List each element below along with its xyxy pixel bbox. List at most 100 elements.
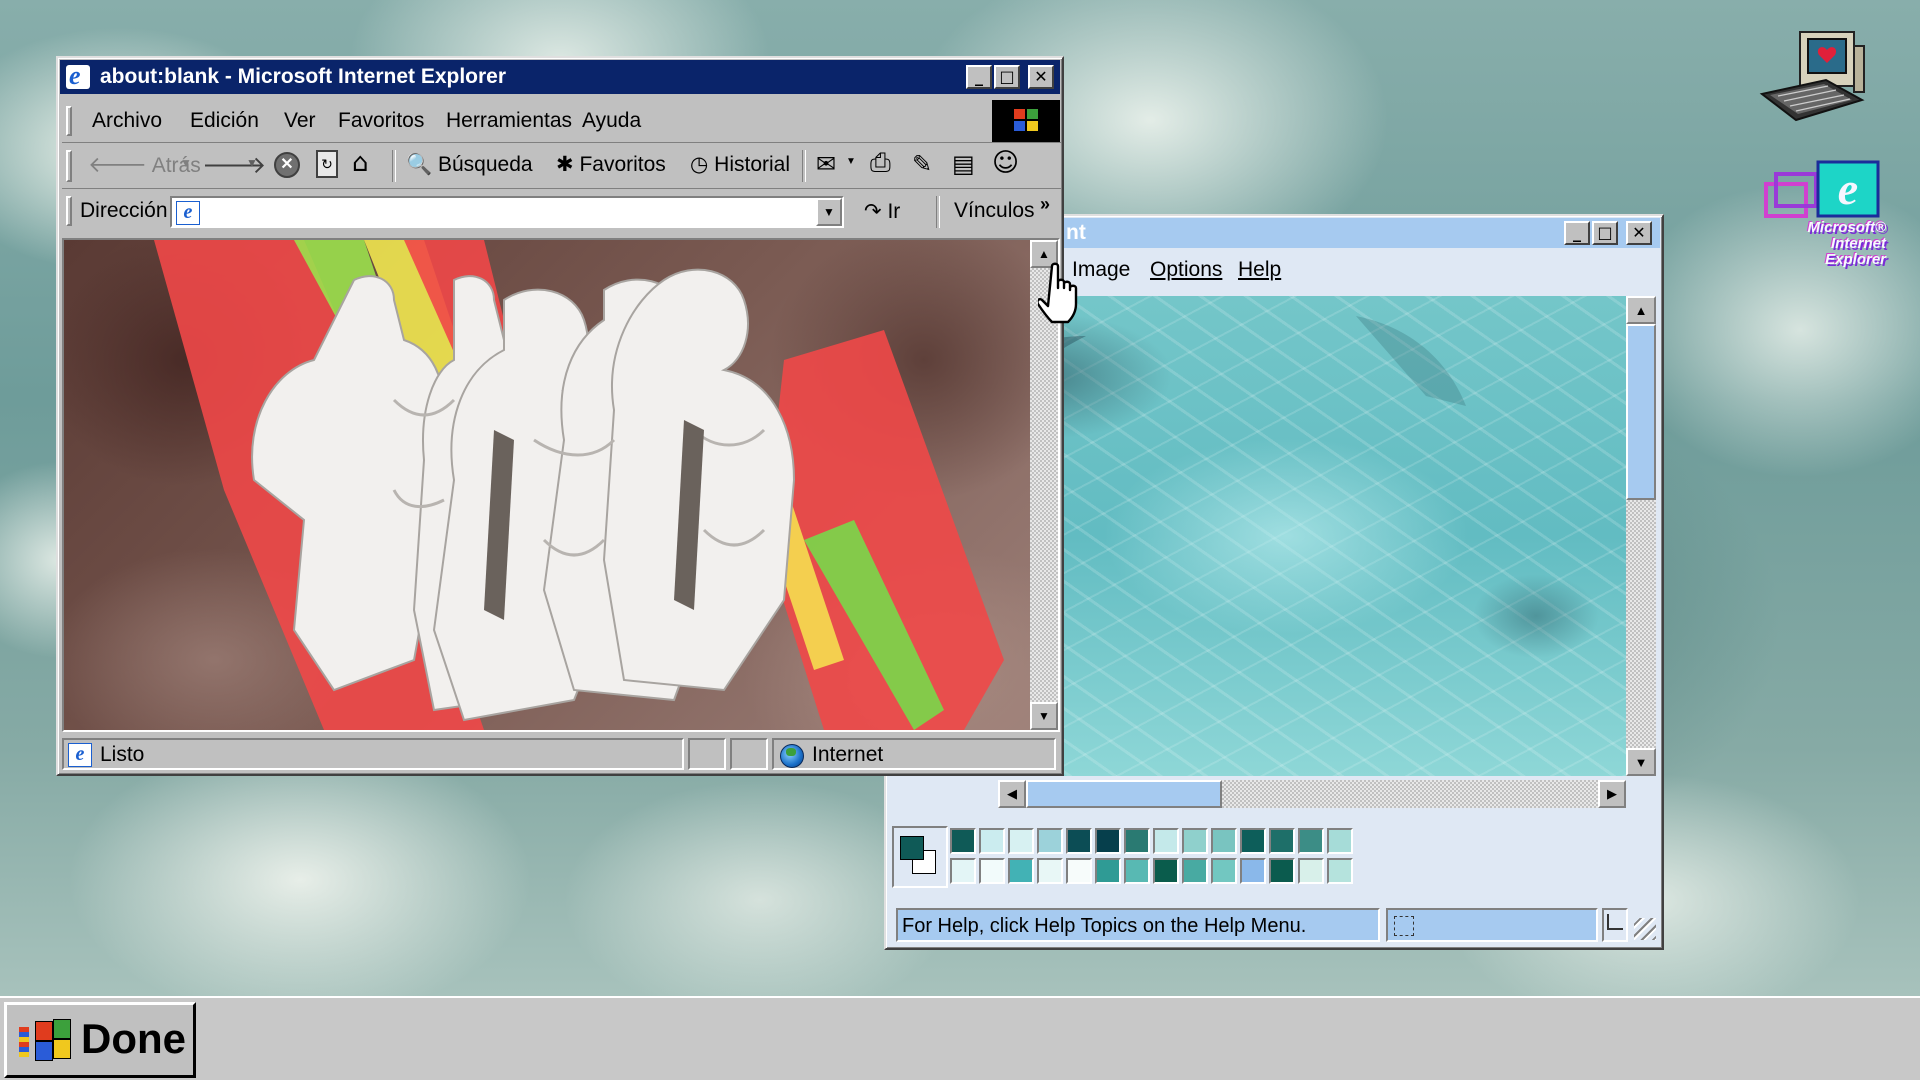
start-button[interactable]: Done	[4, 1002, 196, 1078]
palette-color-swatch[interactable]	[1240, 828, 1266, 854]
palette-color-swatch[interactable]	[1153, 828, 1179, 854]
messenger-icon[interactable]: ☺	[992, 148, 1019, 178]
back-dropdown-icon[interactable]: ▼	[180, 156, 192, 170]
paint-vertical-scrollbar[interactable]: ▲ ▼	[1626, 296, 1656, 776]
stop-icon[interactable]: ✕	[274, 152, 300, 178]
address-label: Dirección	[80, 199, 168, 222]
menu-bar-grip[interactable]	[66, 106, 72, 136]
palette-color-swatch[interactable]	[1095, 858, 1121, 884]
paint-close-button[interactable]: ✕	[1626, 221, 1652, 245]
go-arrow-icon: ↷	[864, 199, 882, 223]
palette-color-swatch[interactable]	[950, 858, 976, 884]
palette-color-swatch[interactable]	[950, 828, 976, 854]
paint-menu-help[interactable]: Help	[1238, 258, 1281, 282]
paint-horizontal-scrollbar[interactable]: ◀ ▶	[998, 780, 1626, 808]
back-arrow-icon: 🡐	[88, 153, 147, 178]
search-button[interactable]: 🔍 Búsqueda	[406, 152, 533, 177]
scroll-right-button[interactable]: ▶	[1598, 780, 1626, 808]
internet-explorer-desktop-icon[interactable]: e Microsoft® Internet Explorer	[1762, 160, 1886, 272]
palette-color-swatch[interactable]	[1124, 828, 1150, 854]
address-bar-grip[interactable]	[66, 196, 72, 226]
address-input[interactable]: e ▼	[170, 196, 844, 228]
palette-color-swatch[interactable]	[1269, 858, 1295, 884]
home-icon[interactable]: ⌂	[352, 148, 369, 178]
mail-icon[interactable]: ✉	[816, 150, 836, 178]
ie-close-button[interactable]: ✕	[1028, 65, 1054, 89]
page-icon: e	[176, 201, 200, 225]
foreground-color-swatch	[900, 836, 924, 860]
menu-ayuda[interactable]: Ayuda	[582, 109, 641, 133]
palette-color-swatch[interactable]	[1008, 828, 1034, 854]
history-icon: ◷	[690, 152, 709, 176]
internet-explorer-logo-text: Microsoft® Internet Explorer	[1807, 219, 1886, 268]
scroll-left-button[interactable]: ◀	[998, 780, 1026, 808]
ie-maximize-button[interactable]: □	[994, 65, 1020, 89]
paint-size-panel	[1602, 908, 1628, 942]
status-panel-empty	[730, 738, 768, 770]
palette-color-swatch[interactable]	[1153, 858, 1179, 884]
palette-color-swatch[interactable]	[1182, 828, 1208, 854]
palette-color-swatch[interactable]	[1066, 828, 1092, 854]
palette-color-swatch[interactable]	[1211, 858, 1237, 884]
ie-menu-bar: Archivo Edición Ver Favoritos Herramient…	[62, 100, 1062, 143]
status-text: Listo	[100, 743, 145, 766]
scroll-up-button[interactable]: ▲	[1626, 296, 1656, 324]
mail-dropdown-icon[interactable]: ▼	[846, 156, 856, 167]
menu-archivo[interactable]: Archivo	[92, 109, 162, 133]
refresh-icon[interactable]: ↻	[316, 150, 338, 178]
paint-menu-options[interactable]: Options	[1150, 258, 1222, 282]
palette-color-swatch[interactable]	[1037, 828, 1063, 854]
paint-position-panel	[1386, 908, 1598, 942]
palette-color-swatch[interactable]	[1298, 828, 1324, 854]
palette-color-swatch[interactable]	[1182, 858, 1208, 884]
my-computer-icon[interactable]	[1756, 28, 1868, 132]
ie-scroll-down-button[interactable]: ▼	[1030, 702, 1058, 730]
palette-color-swatch[interactable]	[1298, 858, 1324, 884]
ie-status-bar: e Listo Internet	[62, 738, 1062, 772]
palette-color-swatch[interactable]	[1095, 828, 1121, 854]
links-chevron-icon[interactable]: »	[1040, 194, 1050, 215]
palette-color-swatch[interactable]	[1240, 858, 1266, 884]
ie-minimize-button[interactable]: _	[966, 65, 992, 89]
paint-minimize-button[interactable]: _	[1564, 221, 1590, 245]
ie-window: e about:blank - Microsoft Internet Explo…	[56, 56, 1064, 776]
address-dropdown-button[interactable]: ▼	[816, 198, 842, 226]
paint-horizontal-scroll-thumb[interactable]	[1026, 780, 1222, 808]
toolbar-grip[interactable]	[66, 150, 72, 182]
go-button[interactable]: ↷ Ir	[864, 199, 900, 224]
ie-content-area: ▲ ▼	[62, 238, 1060, 732]
paint-title: nt	[1066, 221, 1086, 244]
palette-color-swatch[interactable]	[1327, 858, 1353, 884]
palette-color-swatch[interactable]	[1037, 858, 1063, 884]
menu-edicion[interactable]: Edición	[190, 109, 259, 133]
palette-color-swatch[interactable]	[979, 858, 1005, 884]
palette-color-swatch[interactable]	[1327, 828, 1353, 854]
discuss-icon[interactable]: ▤	[952, 150, 975, 178]
paint-maximize-button[interactable]: □	[1592, 221, 1618, 245]
edit-icon[interactable]: ✎	[912, 150, 932, 178]
palette-color-swatch[interactable]	[1269, 828, 1295, 854]
scroll-down-button[interactable]: ▼	[1626, 748, 1656, 776]
ie-standard-toolbar: 🡐 Atrás ▼ 🡒 ▼ ✕ ↻ ⌂ 🔍 Búsqueda ✱ Favorit…	[62, 144, 1062, 189]
history-button[interactable]: ◷ Historial	[690, 152, 790, 177]
search-icon: 🔍	[406, 152, 433, 176]
paint-resize-grip[interactable]	[1634, 918, 1656, 940]
palette-color-swatch[interactable]	[1066, 858, 1092, 884]
status-zone-panel: Internet	[772, 738, 1056, 770]
palette-color-swatch[interactable]	[1008, 858, 1034, 884]
forward-dropdown-icon[interactable]: ▼	[246, 156, 258, 170]
ie-title-bar[interactable]: e about:blank - Microsoft Internet Explo…	[60, 60, 1060, 94]
palette-color-swatch[interactable]	[979, 828, 1005, 854]
menu-favoritos[interactable]: Favoritos	[338, 109, 424, 133]
palette-color-swatch[interactable]	[1124, 858, 1150, 884]
paint-vertical-scroll-thumb[interactable]	[1626, 324, 1656, 500]
menu-herramientas[interactable]: Herramientas	[446, 109, 572, 133]
current-colors-box[interactable]	[892, 826, 948, 888]
start-button-label: Done	[81, 1015, 186, 1062]
palette-color-swatch[interactable]	[1211, 828, 1237, 854]
print-icon[interactable]: ⎙	[870, 148, 891, 179]
links-button[interactable]: Vínculos	[954, 199, 1035, 223]
hand-pointer-cursor	[1036, 262, 1086, 330]
favorites-button[interactable]: ✱ Favoritos	[556, 152, 666, 177]
menu-ver[interactable]: Ver	[284, 109, 316, 133]
